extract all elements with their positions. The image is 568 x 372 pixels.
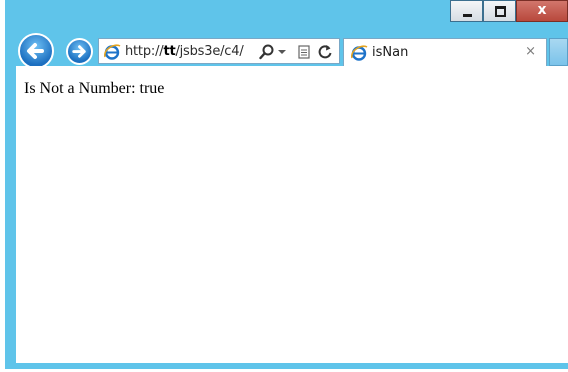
close-tab-icon[interactable]: ×	[525, 44, 536, 59]
ie-page-icon	[104, 44, 121, 60]
back-arrow-icon	[27, 43, 44, 59]
close-window-button[interactable]: x	[516, 0, 568, 22]
minimize-button[interactable]	[450, 0, 483, 22]
back-button[interactable]	[18, 33, 54, 69]
address-bar[interactable]: http://tt/jsbs3e/c4/	[98, 38, 340, 64]
search-icon[interactable]	[259, 43, 275, 61]
ie-tab-icon	[351, 45, 368, 61]
refresh-icon[interactable]	[317, 43, 333, 61]
tab-title: isNan	[372, 45, 409, 60]
compatibility-view-icon[interactable]	[297, 43, 311, 61]
minimize-icon	[463, 14, 472, 17]
new-tab-button[interactable]	[549, 38, 568, 66]
page-text: Is Not a Number: true	[24, 80, 165, 97]
maximize-icon	[495, 6, 506, 17]
page-content: Is Not a Number: true	[16, 66, 568, 363]
maximize-button[interactable]	[483, 0, 516, 22]
forward-arrow-icon	[72, 45, 86, 58]
url-text: http://tt/jsbs3e/c4/	[125, 44, 244, 59]
tab-isnan[interactable]: isNan ×	[343, 38, 547, 66]
forward-button[interactable]	[66, 38, 93, 65]
close-icon: x	[537, 2, 547, 18]
dropdown-arrow-icon[interactable]	[277, 43, 287, 61]
